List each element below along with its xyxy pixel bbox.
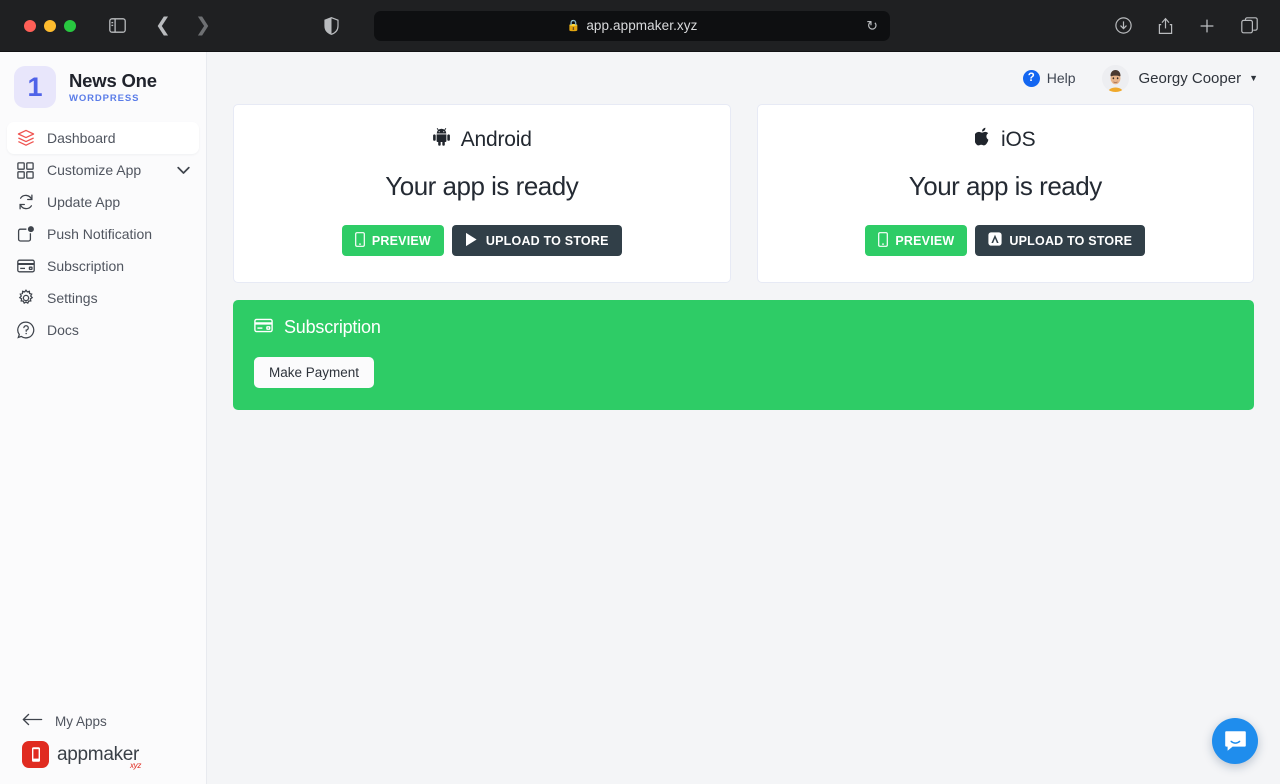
minimize-window-button[interactable] — [44, 19, 56, 32]
google-play-icon — [465, 232, 479, 250]
credit-card-icon — [16, 257, 35, 276]
sidebar-item-docs[interactable]: Docs — [7, 314, 199, 346]
address-bar[interactable]: 🔒 app.appmaker.xyz ↻ — [374, 10, 890, 41]
user-name: Georgy Cooper — [1138, 69, 1242, 87]
ios-preview-label: PREVIEW — [895, 233, 955, 248]
sidebar-item-dashboard[interactable]: Dashboard — [7, 122, 199, 154]
sidebar-item-subscription[interactable]: Subscription — [7, 250, 199, 282]
sidebar-item-update-app[interactable]: Update App — [7, 186, 199, 218]
navigation-arrows[interactable]: ❮ ❯ — [148, 11, 218, 41]
app-name: News One — [69, 70, 157, 91]
help-label: Help — [1046, 70, 1076, 86]
ios-upload-button[interactable]: UPLOAD TO STORE — [975, 225, 1146, 256]
ios-status-text: Your app is ready — [908, 171, 1102, 201]
layers-icon — [16, 129, 35, 148]
sidebar-item-label: Dashboard — [47, 130, 116, 146]
sidebar-footer: My Apps appmaker xyz — [0, 713, 206, 784]
sidebar: 1 News One WORDPRESS Dashboard Customize… — [0, 52, 207, 784]
make-payment-button[interactable]: Make Payment — [254, 357, 375, 388]
sidebar-item-label: Customize App — [47, 162, 142, 178]
downloads-icon[interactable] — [1108, 11, 1138, 41]
ios-upload-label: UPLOAD TO STORE — [1009, 233, 1133, 248]
subscription-panel: Subscription Make Payment — [233, 300, 1254, 410]
chevron-down-icon[interactable] — [177, 166, 190, 175]
app-store-icon — [988, 232, 1003, 249]
forward-arrow-icon[interactable]: ❯ — [188, 11, 218, 41]
chevron-down-icon[interactable]: ▼ — [1249, 73, 1258, 83]
url-text: app.appmaker.xyz — [586, 18, 698, 33]
android-card: Android Your app is ready PREVIEW UPLOAD… — [233, 104, 731, 283]
sidebar-item-label: Update App — [47, 194, 121, 210]
ios-actions: PREVIEW UPLOAD TO STORE — [865, 225, 1146, 256]
help-button[interactable]: ? Help — [1022, 69, 1076, 87]
appmaker-phone-icon — [22, 741, 49, 768]
back-arrow-icon[interactable]: ❮ — [148, 11, 178, 41]
android-preview-button[interactable]: PREVIEW — [341, 225, 444, 256]
maximize-window-button[interactable] — [64, 19, 76, 32]
notification-icon — [16, 225, 35, 244]
lock-icon: 🔒 — [566, 20, 581, 32]
subscription-header: Subscription — [254, 317, 1233, 338]
gear-icon — [16, 289, 35, 308]
avatar — [1101, 64, 1129, 92]
share-icon[interactable] — [1150, 11, 1180, 41]
android-upload-button[interactable]: UPLOAD TO STORE — [451, 225, 622, 256]
sidebar-nav: Dashboard Customize App Update App Push … — [0, 122, 206, 346]
sidebar-item-customize-app[interactable]: Customize App — [7, 154, 199, 186]
new-tab-icon[interactable] — [1192, 11, 1222, 41]
subscription-title: Subscription — [284, 317, 381, 337]
back-arrow-icon — [22, 713, 43, 729]
android-platform-label: Android — [460, 127, 532, 151]
chat-bubble-icon[interactable] — [1212, 718, 1258, 764]
mobile-icon — [878, 231, 889, 250]
my-apps-link[interactable]: My Apps — [22, 713, 206, 729]
refresh-icon — [16, 193, 35, 212]
app-logo-badge: 1 — [14, 66, 56, 108]
sidebar-item-push-notification[interactable]: Push Notification — [7, 218, 199, 250]
android-card-header: Android — [432, 127, 532, 152]
appmaker-wordmark: appmaker — [57, 743, 140, 765]
browser-toolbar: ❮ ❯ 🔒 app.appmaker.xyz ↻ — [0, 0, 1280, 52]
main-area: ? Help Georgy Cooper ▼ Android Your app … — [207, 52, 1280, 784]
my-apps-label: My Apps — [55, 713, 107, 729]
app-window: 1 News One WORDPRESS Dashboard Customize… — [0, 52, 1280, 784]
tab-overview-icon[interactable] — [1234, 11, 1264, 41]
android-status-text: Your app is ready — [385, 171, 579, 201]
android-preview-label: PREVIEW — [371, 233, 431, 248]
appmaker-logo[interactable]: appmaker xyz — [22, 741, 206, 770]
sidebar-item-label: Settings — [47, 290, 98, 306]
android-upload-label: UPLOAD TO STORE — [485, 233, 609, 248]
sidebar-toggle-icon[interactable] — [102, 11, 132, 41]
ios-card: iOS Your app is ready PREVIEW UPLOAD TO … — [756, 104, 1254, 283]
app-brand[interactable]: 1 News One WORDPRESS — [0, 52, 206, 122]
ios-card-header: iOS — [974, 127, 1036, 152]
credit-card-icon — [254, 317, 273, 338]
close-window-button[interactable] — [24, 19, 36, 32]
apple-icon — [974, 127, 991, 152]
platform-cards: Android Your app is ready PREVIEW UPLOAD… — [233, 104, 1254, 283]
top-bar: ? Help Georgy Cooper ▼ — [207, 52, 1280, 104]
reload-icon[interactable]: ↻ — [866, 17, 878, 34]
window-traffic-lights[interactable] — [24, 19, 76, 32]
question-icon — [16, 321, 35, 340]
browser-right-icons — [1108, 11, 1264, 41]
android-actions: PREVIEW UPLOAD TO STORE — [341, 225, 622, 256]
dashboard-content: Android Your app is ready PREVIEW UPLOAD… — [207, 104, 1280, 410]
sidebar-item-label: Docs — [47, 322, 79, 338]
appmaker-suffix: xyz — [129, 760, 142, 770]
mobile-icon — [354, 231, 365, 250]
sidebar-item-settings[interactable]: Settings — [7, 282, 199, 314]
ios-preview-button[interactable]: PREVIEW — [865, 225, 968, 256]
ios-platform-label: iOS — [1001, 127, 1036, 151]
sidebar-item-label: Push Notification — [47, 226, 153, 242]
sidebar-item-label: Subscription — [47, 258, 125, 274]
shield-privacy-icon[interactable] — [316, 11, 346, 41]
android-icon — [432, 127, 451, 152]
question-circle-icon: ? — [1022, 69, 1040, 87]
app-platform-label: WORDPRESS — [69, 93, 140, 104]
grid-icon — [16, 161, 35, 180]
user-menu[interactable]: Georgy Cooper ▼ — [1101, 64, 1258, 92]
